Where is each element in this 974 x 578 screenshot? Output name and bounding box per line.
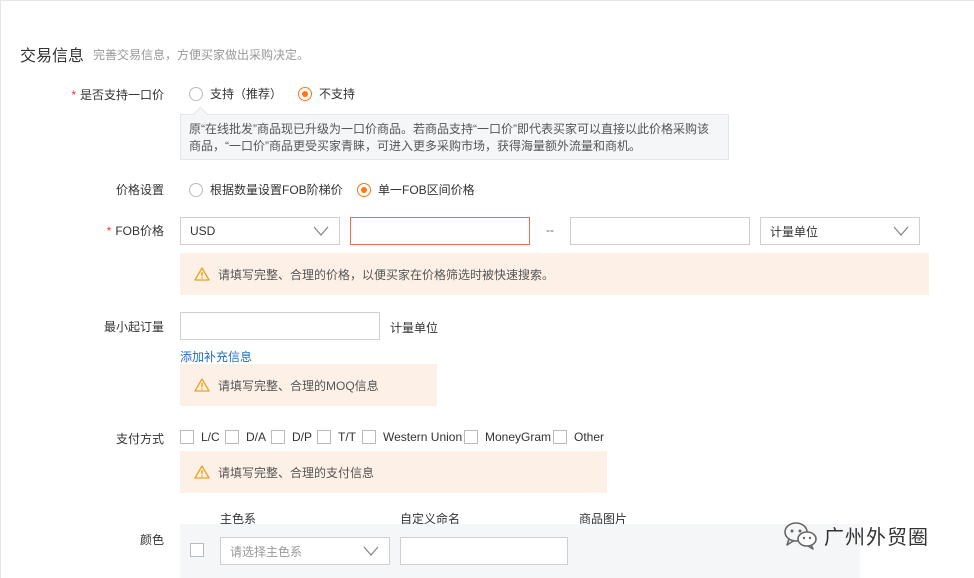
wechat-icon <box>784 522 817 550</box>
payment-option-lc[interactable]: L/C <box>180 430 220 444</box>
required-mark: * <box>71 88 76 102</box>
warning-icon <box>194 267 210 281</box>
watermark-text: 广州外贸圈 <box>824 526 929 549</box>
payment-warning: 请填写完整、合理的支付信息 <box>180 451 607 493</box>
fob-price-label-text: FOB价格 <box>115 224 164 238</box>
radio-checked-icon <box>357 182 371 197</box>
color-row-checkbox[interactable] <box>190 543 211 557</box>
radio-label: 不支持 <box>319 87 356 101</box>
payment-option-dp[interactable]: D/P <box>271 430 312 444</box>
checkbox-label: MoneyGram <box>485 430 552 444</box>
warning-icon <box>194 465 210 479</box>
chevron-down-icon <box>313 226 329 236</box>
radio-checked-icon <box>298 86 312 101</box>
radio-unchecked-icon <box>189 182 203 197</box>
checkbox-icon <box>180 430 194 444</box>
add-supplementary-info-link[interactable]: 添加补充信息 <box>180 348 252 365</box>
warning-text: 请填写完整、合理的价格，以便买家在价格筛选时被快速搜索。 <box>218 267 555 282</box>
currency-value: USD <box>190 224 216 238</box>
one-price-label-text: 是否支持一口价 <box>79 88 164 102</box>
checkbox-label: D/A <box>246 430 267 444</box>
main-color-placeholder: 请选择主色系 <box>230 544 303 559</box>
payment-option-tt[interactable]: T/T <box>317 430 356 444</box>
fob-min-price-input[interactable] <box>350 217 530 245</box>
unit-select[interactable]: 计量单位 <box>760 217 920 245</box>
moq-warning: 请填写完整、合理的MOQ信息 <box>180 364 437 406</box>
moq-label: 最小起订量 <box>103 320 164 334</box>
radio-label: 单一FOB区间价格 <box>378 183 475 197</box>
checkbox-icon <box>553 430 567 444</box>
payment-label: 支付方式 <box>115 432 164 446</box>
one-price-label: * 是否支持一口价 <box>0 86 164 103</box>
main-color-select[interactable]: 请选择主色系 <box>220 537 390 565</box>
price-range-separator: -- <box>546 223 554 237</box>
radio-single-fob[interactable]: 单一FOB区间价格 <box>357 181 475 198</box>
radio-unchecked-icon <box>189 86 203 101</box>
custom-color-name-input[interactable] <box>400 537 568 565</box>
chevron-down-icon <box>893 226 909 236</box>
checkbox-icon <box>271 430 285 444</box>
checkbox-label: T/T <box>338 430 356 444</box>
price-setting-label: 价格设置 <box>115 183 164 197</box>
required-mark: * <box>106 224 112 238</box>
watermark: 广州外贸圈 <box>782 520 929 550</box>
fob-price-warning: 请填写完整、合理的价格，以便买家在价格筛选时被快速搜索。 <box>180 253 929 295</box>
moq-unit-label: 计量单位 <box>390 321 439 335</box>
payment-option-moneygram[interactable]: MoneyGram <box>464 430 551 444</box>
fob-price-label: * FOB价格 <box>0 222 164 239</box>
checkbox-icon <box>190 543 204 557</box>
radio-support-one-price[interactable]: 支持（推荐） <box>189 85 282 102</box>
radio-no-one-price[interactable]: 不支持 <box>298 85 355 102</box>
payment-option-other[interactable]: Other <box>553 430 604 444</box>
color-label: 颜色 <box>139 533 164 547</box>
checkbox-label: L/C <box>201 430 220 444</box>
radio-label: 根据数量设置FOB阶梯价 <box>210 183 343 197</box>
checkbox-icon <box>317 430 331 444</box>
chevron-down-icon <box>363 546 379 556</box>
currency-select[interactable]: USD <box>180 217 340 245</box>
moq-input[interactable] <box>180 312 380 340</box>
radio-tiered-fob[interactable]: 根据数量设置FOB阶梯价 <box>189 181 343 198</box>
fob-max-price-input[interactable] <box>570 217 750 245</box>
checkbox-label: Other <box>574 430 605 444</box>
checkbox-icon <box>464 430 478 444</box>
one-price-note: 原“在线批发”商品现已升级为一口价商品。若商品支持“一口价”即代表买家可以直接以… <box>180 114 729 160</box>
checkbox-label: Western Union <box>383 430 463 444</box>
warning-text: 请填写完整、合理的MOQ信息 <box>218 378 379 393</box>
warning-icon <box>194 378 210 392</box>
payment-option-western-union[interactable]: Western Union <box>362 430 462 444</box>
radio-label: 支持（推荐） <box>210 87 283 101</box>
warning-text: 请填写完整、合理的支付信息 <box>218 465 375 480</box>
payment-option-da[interactable]: D/A <box>225 430 266 444</box>
section-title: 交易信息 <box>20 48 85 65</box>
checkbox-icon <box>362 430 376 444</box>
checkbox-label: D/P <box>292 430 313 444</box>
section-description: 完善交易信息，方便买家做出采购决定。 <box>93 48 310 62</box>
checkbox-icon <box>225 430 239 444</box>
unit-placeholder: 计量单位 <box>770 224 819 239</box>
